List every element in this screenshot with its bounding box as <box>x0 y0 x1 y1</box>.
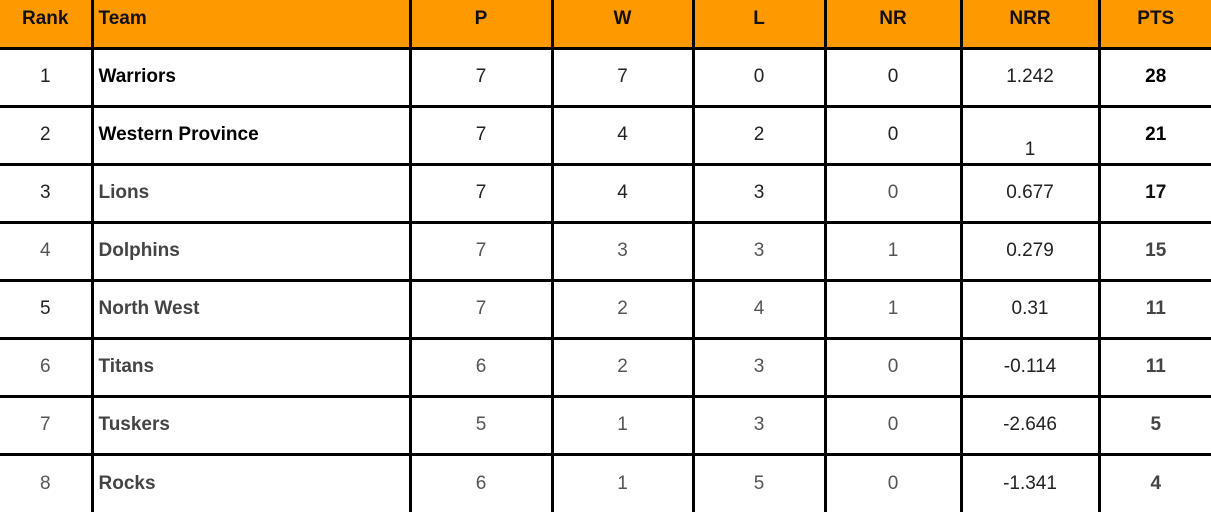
won-cell: 2 <box>552 338 695 398</box>
team-cell: Western Province <box>92 106 412 166</box>
column-header-nrr: NRR <box>961 0 1101 50</box>
points-cell: 15 <box>1099 222 1211 282</box>
lost-cell: 2 <box>693 106 827 166</box>
column-header-no-result: NR <box>825 0 963 50</box>
team-cell: Rocks <box>92 454 412 512</box>
rank-cell: 1 <box>0 48 94 108</box>
won-cell: 1 <box>552 396 695 456</box>
nrr-cell: 0.279 <box>961 222 1101 282</box>
won-cell: 7 <box>552 48 695 108</box>
no-result-cell: 1 <box>825 222 963 282</box>
nrr-cell: -2.646 <box>961 396 1101 456</box>
table-row: 3 Lions 7 4 3 0 0.677 17 <box>0 164 1211 224</box>
team-cell: Titans <box>92 338 412 398</box>
nrr-cell: -0.114 <box>961 338 1101 398</box>
no-result-cell: 0 <box>825 454 963 512</box>
lost-cell: 0 <box>693 48 827 108</box>
points-cell: 21 <box>1099 106 1211 166</box>
played-cell: 6 <box>410 338 554 398</box>
rank-cell: 8 <box>0 454 94 512</box>
won-cell: 2 <box>552 280 695 340</box>
team-cell: North West <box>92 280 412 340</box>
won-cell: 4 <box>552 164 695 224</box>
table-row: 5 North West 7 2 4 1 0.31 11 <box>0 280 1211 340</box>
column-header-played: P <box>410 0 554 50</box>
won-cell: 1 <box>552 454 695 512</box>
lost-cell: 4 <box>693 280 827 340</box>
lost-cell: 3 <box>693 396 827 456</box>
nrr-cell: 0.677 <box>961 164 1101 224</box>
table-row: 8 Rocks 6 1 5 0 -1.341 4 <box>0 454 1211 512</box>
played-cell: 7 <box>410 222 554 282</box>
nrr-cell: 0.31 <box>961 280 1101 340</box>
no-result-cell: 0 <box>825 338 963 398</box>
column-header-lost: L <box>693 0 827 50</box>
column-header-won: W <box>552 0 695 50</box>
rank-cell: 3 <box>0 164 94 224</box>
played-cell: 7 <box>410 106 554 166</box>
lost-cell: 3 <box>693 338 827 398</box>
no-result-cell: 0 <box>825 396 963 456</box>
points-cell: 17 <box>1099 164 1211 224</box>
rank-cell: 5 <box>0 280 94 340</box>
played-cell: 7 <box>410 48 554 108</box>
played-cell: 6 <box>410 454 554 512</box>
table-row: 7 Tuskers 5 1 3 0 -2.646 5 <box>0 396 1211 456</box>
points-cell: 4 <box>1150 472 1162 494</box>
team-cell: Warriors <box>92 48 412 108</box>
played-cell: 5 <box>410 396 554 456</box>
nrr-cell: 1 <box>961 106 1101 166</box>
header-row: Rank Team P W L NR NRR PTS <box>0 0 1211 50</box>
column-header-points: PTS <box>1099 0 1211 50</box>
rank-cell: 7 <box>0 396 94 456</box>
lost-cell: 5 <box>693 454 827 512</box>
table-row: 1 Warriors 7 7 0 0 1.242 28 <box>0 48 1211 108</box>
lost-cell: 3 <box>693 164 827 224</box>
table-row: 6 Titans 6 2 3 0 -0.114 11 <box>0 338 1211 398</box>
table-header: Rank Team P W L NR NRR PTS <box>0 0 1211 50</box>
nrr-cell: 1.242 <box>961 48 1101 108</box>
points-table: Rank Team P W L NR NRR PTS 1 Warriors 7 … <box>0 0 1211 512</box>
no-result-cell: 0 <box>825 106 963 166</box>
points-cell: 28 <box>1099 48 1211 108</box>
team-cell: Tuskers <box>92 396 412 456</box>
won-cell: 3 <box>552 222 695 282</box>
column-header-team: Team <box>92 0 412 50</box>
table-row: 2 Western Province 7 4 2 0 1 21 <box>0 106 1211 166</box>
points-cell: 5 <box>1099 396 1211 456</box>
no-result-cell: 0 <box>825 164 963 224</box>
rank-cell: 6 <box>0 338 94 398</box>
column-header-rank: Rank <box>0 0 94 50</box>
nrr-cell: -1.341 <box>961 454 1101 512</box>
team-cell: Lions <box>92 164 412 224</box>
no-result-cell: 0 <box>825 48 963 108</box>
won-cell: 4 <box>552 106 695 166</box>
rank-cell: 4 <box>0 222 94 282</box>
points-cell: 11 <box>1099 338 1211 398</box>
team-cell: Dolphins <box>92 222 412 282</box>
played-cell: 7 <box>410 280 554 340</box>
rank-cell: 2 <box>0 106 94 166</box>
played-cell: 7 <box>410 164 554 224</box>
no-result-cell: 1 <box>825 280 963 340</box>
table-body: 1 Warriors 7 7 0 0 1.242 28 2 Western Pr… <box>0 48 1211 512</box>
lost-cell: 3 <box>693 222 827 282</box>
points-cell: 11 <box>1099 280 1211 340</box>
table-row: 4 Dolphins 7 3 3 1 0.279 15 <box>0 222 1211 282</box>
